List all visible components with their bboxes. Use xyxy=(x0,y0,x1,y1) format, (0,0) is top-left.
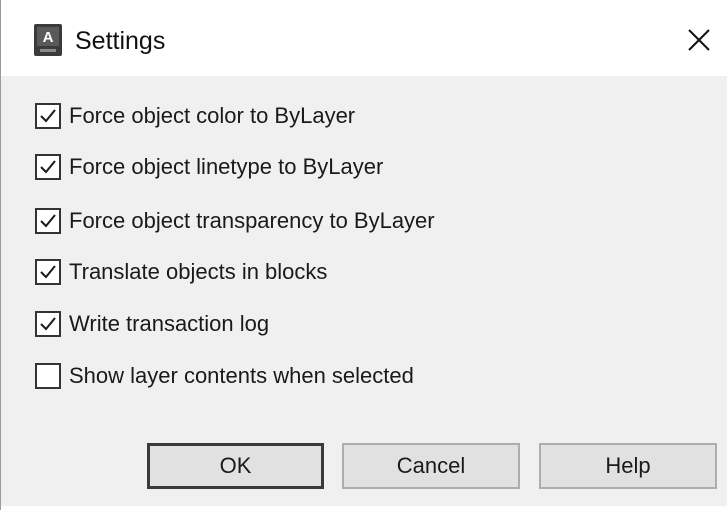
option-label: Show layer contents when selected xyxy=(69,363,414,388)
autocad-app-icon: A xyxy=(34,24,62,56)
option-force-color[interactable]: Force object color to ByLayer xyxy=(35,101,355,131)
checkmark-icon xyxy=(40,265,56,279)
option-label: Force object transparency to ByLayer xyxy=(69,208,435,233)
help-button[interactable]: Help xyxy=(539,443,717,489)
cancel-button[interactable]: Cancel xyxy=(342,443,520,489)
option-label: Translate objects in blocks xyxy=(69,259,328,284)
title-bar: A Settings xyxy=(1,0,727,76)
app-icon-letter: A xyxy=(43,29,54,46)
option-force-transparency[interactable]: Force object transparency to ByLayer xyxy=(35,206,435,236)
checkmark-icon xyxy=(40,214,56,228)
option-translate-blocks[interactable]: Translate objects in blocks xyxy=(35,257,327,287)
option-show-layer-contents[interactable]: Show layer contents when selected xyxy=(35,361,414,391)
checkmark-icon xyxy=(40,317,56,331)
checkbox-translate-blocks[interactable] xyxy=(35,259,61,285)
option-transaction-log[interactable]: Write transaction log xyxy=(35,309,269,339)
window-bottom-edge xyxy=(1,506,727,510)
checkbox-force-color[interactable] xyxy=(35,103,61,129)
checkbox-transaction-log[interactable] xyxy=(35,311,61,337)
option-label: Force object linetype to ByLayer xyxy=(69,154,384,179)
ok-button[interactable]: OK xyxy=(147,443,324,489)
checkbox-force-linetype[interactable] xyxy=(35,154,61,180)
settings-dialog: A Settings Force object color to ByLayer… xyxy=(0,0,727,510)
checkmark-icon xyxy=(40,109,56,123)
checkbox-show-layer-contents[interactable] xyxy=(35,363,61,389)
checkmark-icon xyxy=(40,160,56,174)
option-force-linetype[interactable]: Force object linetype to ByLayer xyxy=(35,152,383,182)
option-label: Write transaction log xyxy=(69,311,270,336)
option-label: Force object color to ByLayer xyxy=(69,103,356,128)
window-title: Settings xyxy=(75,27,166,55)
checkbox-force-transparency[interactable] xyxy=(35,208,61,234)
close-icon[interactable] xyxy=(685,26,713,54)
